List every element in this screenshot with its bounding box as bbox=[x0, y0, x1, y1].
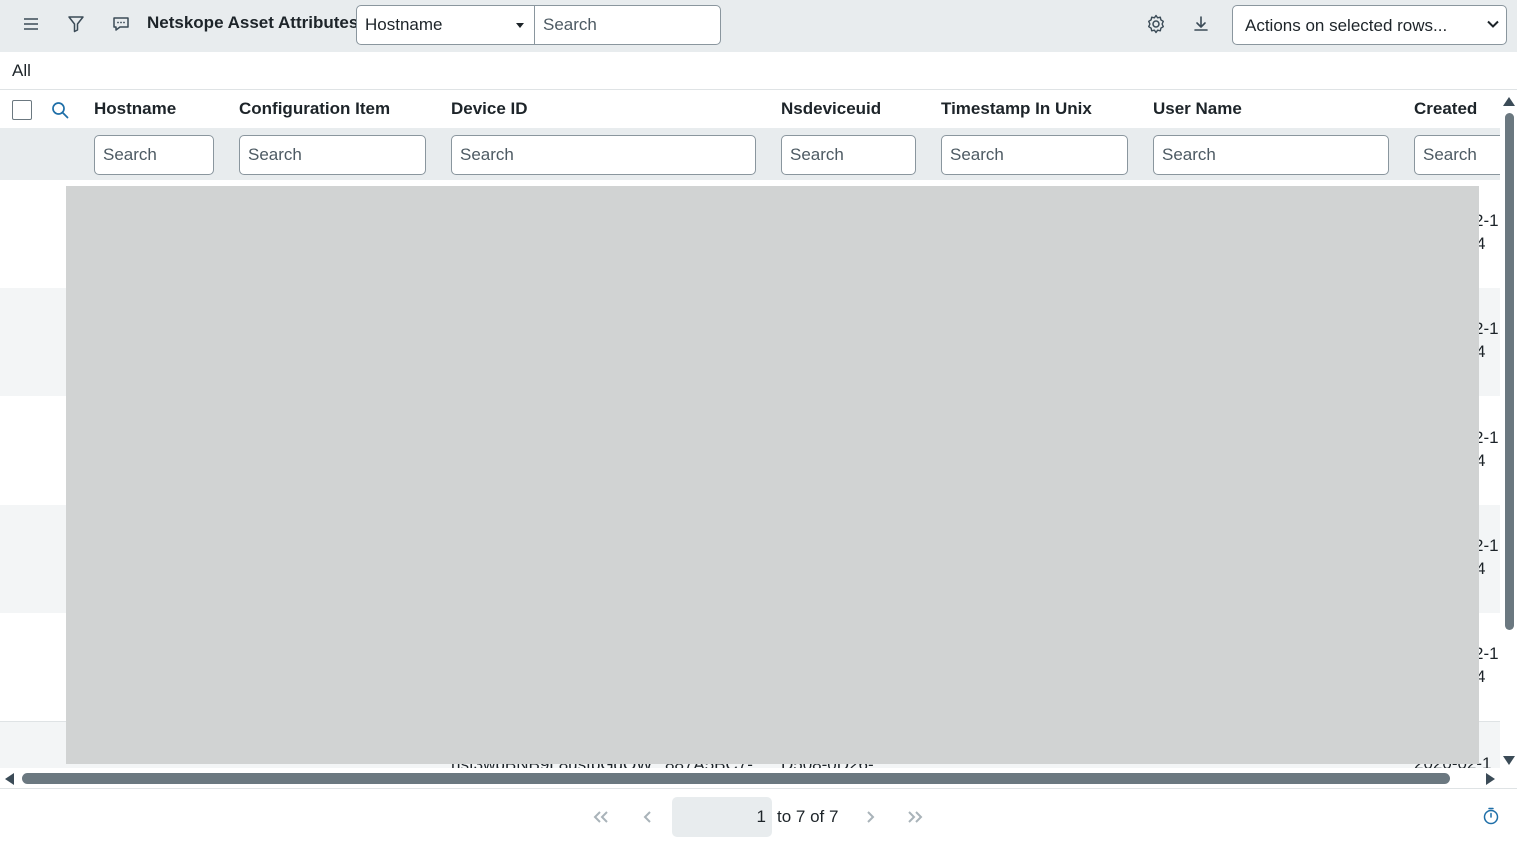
search-field-select-value: Hostname bbox=[365, 15, 443, 34]
list-header: Netskope Asset Attributes Hostname Actio… bbox=[0, 0, 1517, 52]
last-page-icon[interactable] bbox=[904, 809, 926, 825]
column-header-timestamp-in-unix[interactable]: Timestamp In Unix bbox=[941, 99, 1092, 119]
page-range-text: to 7 of 7 bbox=[777, 807, 839, 826]
column-header-configuration-item[interactable]: Configuration Item bbox=[239, 99, 390, 119]
select-all-checkbox[interactable] bbox=[12, 100, 32, 120]
download-icon[interactable] bbox=[1189, 12, 1213, 36]
column-header-device-id[interactable]: Device ID bbox=[451, 99, 528, 119]
loading-overlay bbox=[66, 186, 1479, 764]
horizontal-scrollbar-thumb[interactable] bbox=[22, 773, 1450, 784]
page-title: Netskope Asset Attributes bbox=[147, 13, 359, 32]
search-created-input[interactable] bbox=[1414, 135, 1500, 175]
column-header-nsdeviceuid[interactable]: Nsdeviceuid bbox=[781, 99, 881, 119]
column-search-row bbox=[0, 128, 1500, 180]
scroll-left-arrow-icon[interactable] bbox=[5, 773, 14, 785]
search-field-select[interactable]: Hostname bbox=[356, 5, 535, 45]
search-hostname-input[interactable] bbox=[94, 135, 214, 175]
table-header: Hostname Configuration Item Device ID Ns… bbox=[0, 90, 1500, 128]
page-number-input[interactable]: 1 bbox=[672, 797, 772, 837]
search-device-id-input[interactable] bbox=[451, 135, 756, 175]
column-header-created[interactable]: Created bbox=[1414, 99, 1477, 119]
caret-down-icon bbox=[516, 23, 524, 28]
search-configuration-item-input[interactable] bbox=[239, 135, 426, 175]
first-page-icon[interactable] bbox=[590, 809, 612, 825]
actions-select[interactable]: Actions on selected rows... bbox=[1232, 5, 1507, 45]
gear-icon[interactable] bbox=[1144, 12, 1168, 36]
chevron-down-icon bbox=[1487, 20, 1499, 28]
comment-icon[interactable] bbox=[109, 12, 133, 36]
hamburger-menu-icon[interactable] bbox=[19, 12, 43, 36]
search-user-name-input[interactable] bbox=[1153, 135, 1389, 175]
scroll-right-arrow-icon[interactable] bbox=[1486, 773, 1495, 785]
column-header-user-name[interactable]: User Name bbox=[1153, 99, 1242, 119]
previous-page-icon[interactable] bbox=[636, 809, 658, 825]
vertical-scrollbar-thumb[interactable] bbox=[1505, 113, 1514, 630]
breadcrumb: All bbox=[0, 52, 1517, 90]
pagination-bar: 1 to 7 of 7 bbox=[0, 788, 1517, 842]
next-page-icon[interactable] bbox=[860, 809, 882, 825]
list-search-input[interactable] bbox=[534, 5, 721, 45]
breadcrumb-all[interactable]: All bbox=[12, 61, 31, 81]
search-icon[interactable] bbox=[50, 100, 70, 120]
search-nsdeviceuid-input[interactable] bbox=[781, 135, 916, 175]
scroll-up-arrow-icon[interactable] bbox=[1503, 97, 1515, 106]
filter-icon[interactable] bbox=[64, 12, 88, 36]
timer-icon[interactable] bbox=[1482, 807, 1500, 825]
search-timestamp-input[interactable] bbox=[941, 135, 1128, 175]
scroll-down-arrow-icon[interactable] bbox=[1503, 756, 1515, 765]
actions-select-value: Actions on selected rows... bbox=[1245, 16, 1448, 35]
column-header-hostname[interactable]: Hostname bbox=[94, 99, 176, 119]
